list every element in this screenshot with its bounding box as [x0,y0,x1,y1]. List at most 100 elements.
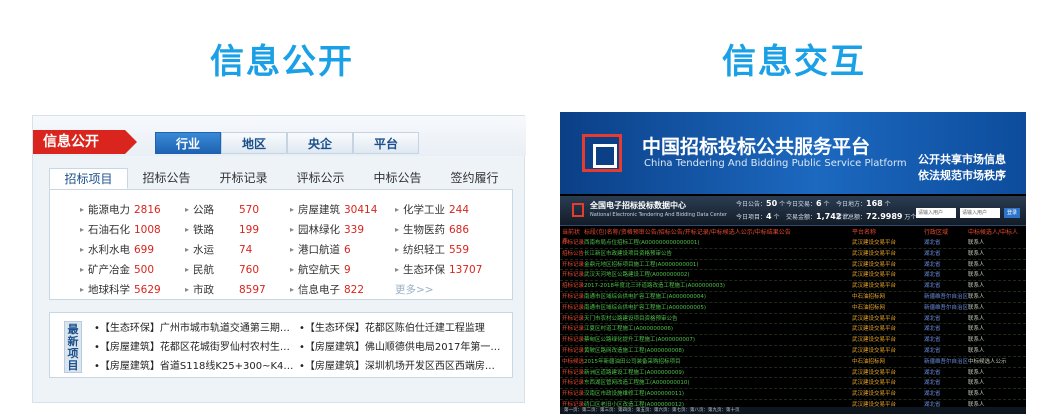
tab-region[interactable]: 地区 [221,132,287,154]
industry-name: 生态环保 [403,264,445,276]
row-name[interactable]: 西南布局点位招标工程(A000000000000001) [584,238,852,248]
row-name[interactable]: 蔡甸区公路绿化提升工程施工(A000000007) [584,335,852,345]
industry-count: 699 [134,244,155,256]
news-item[interactable]: •【房屋建筑】佛山顺德供电局2017年第一批直购电… [299,340,504,355]
tab-central-enterprise[interactable]: 央企 [287,132,353,154]
row-name[interactable]: 2015年新疆油田公司装备采购招标项目 [584,357,852,367]
industry-count: 559 [449,244,470,256]
industry-item[interactable]: ▸ 航空航天 9 [290,262,395,278]
industry-item[interactable]: ▸ 化学工业 244 [395,202,500,218]
industry-item[interactable]: ▸ 水运 74 [185,242,290,258]
row-status: 开标记录 [562,315,585,322]
industry-name: 矿产冶金 [88,264,130,276]
row-name[interactable]: 南通市区域综合供电扩容工程施工(A000000005) [584,303,852,313]
stat-unit: 个 [884,201,891,208]
table-row[interactable]: 开标记录 蔡甸区公路绿化提升工程施工(A000000007) 武汉建设交易平台 湖北省… [560,335,1026,346]
table-row[interactable]: 开标记录 南通市区域综合供电扩容工程施工(A000000005) 中石油招标网 新疆维… [560,303,1026,314]
industry-item[interactable]: ▸ 港口航道 6 [290,242,395,258]
bullet-arrow-icon: ▸ [395,205,400,214]
industry-name: 民航 [193,264,214,276]
row-status: 开标记录 [562,326,585,333]
stat-value: 72.9989 [866,212,903,221]
stat-value: 168 [866,199,883,208]
subtab-award-announcements[interactable]: 中标公告 [359,168,436,189]
industry-count: 13707 [449,264,483,276]
more-link[interactable]: 更多>> [395,282,434,298]
pagination-bar[interactable]: 第一页：第二页：第三页：第四页：第五页：第六页：第七页：第八页：第九页：第十页 [560,407,1026,414]
news-item[interactable]: •【生态环保】广州市城市轨道交通第三期建设规划… [94,321,299,336]
industry-item[interactable]: ▸ 信息电子 822 [290,282,395,298]
subtab-opening-records[interactable]: 开标记录 [205,168,282,189]
industry-item[interactable]: ▸ 石油石化 1008 [80,222,185,238]
industry-item[interactable]: ▸ 民航 760 [185,262,290,278]
table-row[interactable]: 中标候选 2015年新疆油田公司装备采购招标项目 中石油招标网 新疆维吾尔自治区 中标候… [560,357,1026,368]
table-row[interactable]: 开标记录 江夏区村道工程施工(A000000006) 武汉建设交易平台 湖北省 联系人 [560,324,1026,336]
industry-count: 339 [344,224,365,236]
table-row[interactable]: 开标记录 黄陂区路网改造施工工程(A000000008) 武汉建设交易平台 湖北省 联系… [560,346,1026,357]
row-name[interactable]: 东西湖区管网改造工程施工(A000000010) [584,378,852,388]
table-row[interactable]: 开标记录 金鼎元地区招标项目施工工程(A0000000001) 武汉建设交易平台 湖北… [560,260,1026,271]
info-public-panel: 信息公开 行业 地区 央企 平台 招标项目 招标公告 开标记录 评标公示 中标公… [32,115,526,403]
row-name[interactable]: 长江新区市政建设项目资格预审公告 [584,249,852,259]
bullet-arrow-icon: ▸ [185,265,190,274]
news-item[interactable]: •【房屋建筑】深圳机场开发区西区西端房地产项目… [299,359,504,374]
industry-item[interactable]: ▸ 矿产冶金 500 [80,262,185,278]
industry-item[interactable]: ▸ 园林绿化 339 [290,222,395,238]
row-status: 开标记录 [562,391,585,398]
row-name[interactable]: 武汉天河地区公路建设工程(A000000002) [584,270,852,280]
news-item[interactable]: •【房屋建筑】省道S118线K25+300~K49+245段改线… [94,359,299,374]
subtab-bid-announcements[interactable]: 招标公告 [128,168,205,189]
row-name[interactable]: 江夏区村道工程施工(A000000006) [584,324,852,334]
tab-industry[interactable]: 行业 [155,132,221,154]
industry-item[interactable]: ▸ 能源电力 2816 [80,202,185,218]
table-row[interactable]: 开标记录 武汉天河地区公路建设工程(A000000002) 武汉建设交易平台 湖北省 联… [560,270,1026,282]
bullet-arrow-icon: ▸ [185,205,190,214]
news-item[interactable]: •【房屋建筑】花都区花城街罗仙村农村生活污水治… [94,340,299,355]
industry-item[interactable]: ▸ 生物医药 686 [395,222,500,238]
industry-grid: ▸ 能源电力 2816 ▸ 公路 570 ▸ 房屋建筑 30414 ▸ 化学工业 244 ▸ 石油石化 10… [80,202,500,298]
row-name[interactable]: 黄陂区路网改造施工工程(A000000008) [584,346,852,356]
row-winner: 联系人 [968,250,985,257]
row-name[interactable]: 2017-2018年度北三环道路改造工程施工(A000000003) [584,281,852,291]
subtab-evaluation-notices[interactable]: 评标公示 [282,168,359,189]
industry-count: 5629 [134,284,161,296]
table-row[interactable]: 开标记录 汉南区市政设施维修工程(A000000011) 武汉建设交易平台 湖北省 联系… [560,389,1026,400]
row-winner: 中标候选人公示 [968,358,1007,365]
industry-count: 244 [449,204,470,216]
table-row[interactable]: 招标公告 长江新区市政建设项目资格预审公告 武汉建设交易平台 湖北省 联系人 [560,249,1026,260]
table-row[interactable]: 招标记录 2017-2018年度北三环道路改造工程施工(A000000003) 武汉… [560,281,1026,292]
table-row[interactable]: 开标记录 天门市农村公路建设项目资格预审公告 武汉建设交易平台 湖北省 联系人 [560,314,1026,325]
stat-value: 4 [766,212,772,221]
table-row[interactable]: 开标记录 东西湖区管网改造工程施工(A000000010) 武汉建设交易平台 湖北省 联… [560,378,1026,390]
row-platform: 武汉建设交易平台 [852,315,897,322]
industry-item[interactable]: ▸ 水利水电 699 [80,242,185,258]
subtab-contract-performance[interactable]: 签约履行 [436,168,513,189]
row-name[interactable]: 天门市农村公路建设项目资格预审公告 [584,314,852,324]
table-row[interactable]: 开标记录 南通市区域综合供电扩容工程施工(A000000004) 中石油招标网 新疆维… [560,292,1026,303]
table-row[interactable]: 开标记录 西南布局点位招标工程(A000000000000001) 武汉建设交易平台… [560,238,1026,249]
industry-count: 2816 [134,204,161,216]
bullet-arrow-icon: ▸ [80,205,85,214]
login-button[interactable]: 登录 [1004,208,1020,218]
industry-item[interactable]: ▸ 生态环保 13707 [395,262,500,278]
row-name[interactable]: 新洲区道路建设工程施工(A000000009) [584,368,852,378]
search-input-2[interactable]: 请输入用户 [960,208,1000,218]
industry-item[interactable]: ▸ 纺织轻工 559 [395,242,500,258]
industry-item[interactable]: ▸ 地球科学 5629 [80,282,185,298]
industry-item[interactable]: ▸ 铁路 199 [185,222,290,238]
industry-item[interactable]: ▸ 市政 8597 [185,282,290,298]
row-name[interactable]: 汉南区市政设施维修工程(A000000011) [584,389,852,399]
row-platform: 中石油招标网 [852,304,886,311]
table-row[interactable]: 开标记录 新洲区道路建设工程施工(A000000009) 武汉建设交易平台 湖北省 联系… [560,368,1026,379]
industry-item[interactable]: ▸ 公路 570 [185,202,290,218]
subtab-bid-projects[interactable]: 招标项目 [49,168,128,189]
bullet-arrow-icon: ▸ [290,285,295,294]
row-name[interactable]: 金鼎元地区招标项目施工工程(A0000000001) [584,260,852,270]
bullet-arrow-icon: ▸ [185,225,190,234]
news-item[interactable]: •【生态环保】花都区陈伯仕迁建工程监理 [299,321,504,336]
tab-platform[interactable]: 平台 [353,132,419,154]
search-input-1[interactable]: 请输入用户 [916,208,956,218]
industry-item[interactable]: ▸ 房屋建筑 30414 [290,202,395,218]
stat-value: 50 [766,199,778,208]
row-name[interactable]: 南通市区域综合供电扩容工程施工(A000000004) [584,292,852,302]
